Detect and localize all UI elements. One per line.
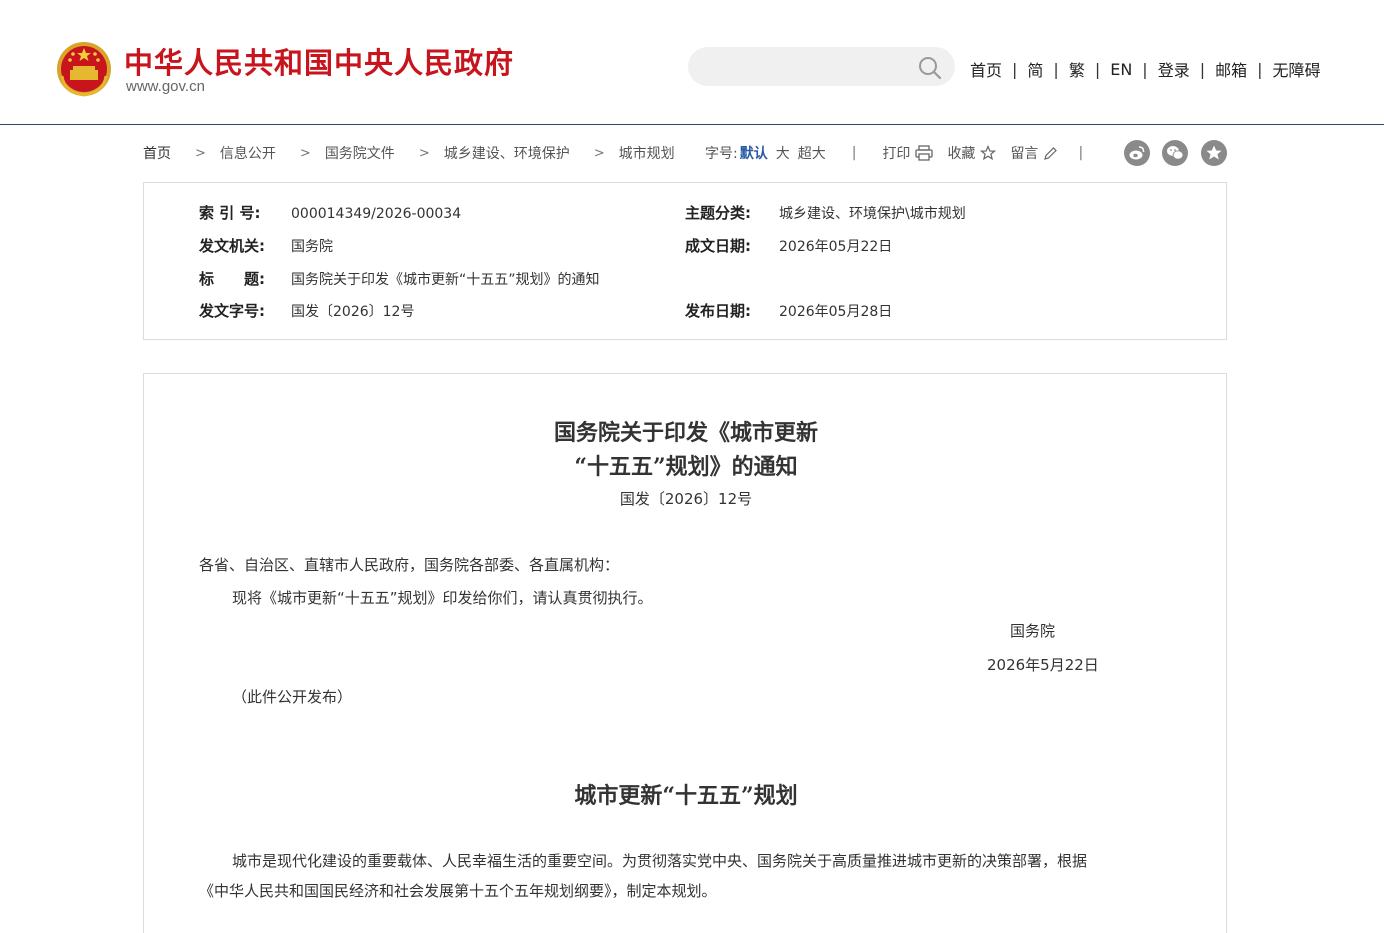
info-index-row: 索 引 号: 000014349/2026-00034 xyxy=(199,202,461,223)
search-box xyxy=(688,47,955,86)
info-published-label: 发布日期: xyxy=(685,302,751,320)
breadcrumb-state-council-docs[interactable]: 国务院文件 xyxy=(325,143,395,163)
info-topic-label: 主题分类: xyxy=(685,204,751,222)
header-divider xyxy=(0,124,1384,125)
search-icon[interactable] xyxy=(918,56,942,80)
comment-label: 留言 xyxy=(1010,146,1039,162)
weibo-icon xyxy=(1129,146,1145,160)
info-title-label: 标 题: xyxy=(199,270,265,288)
nav-separator: | xyxy=(1257,59,1263,79)
article-body-text: 现将《城市更新“十五五”规划》印发给你们，请认真贯彻执行。 xyxy=(232,589,653,607)
nav-login[interactable]: 登录 xyxy=(1158,57,1190,81)
breadcrumb-info-disclosure[interactable]: 信息公开 xyxy=(220,143,276,163)
site-title[interactable]: 中华人民共和国中央人民政府 xyxy=(124,40,514,82)
star-outline-icon xyxy=(980,145,997,161)
article-body: 国务院关于印发《城市更新 “十五五”规划》的通知 国发〔2026〕12号 各省、… xyxy=(143,373,1227,933)
printer-icon xyxy=(915,145,934,161)
font-size-large[interactable]: 大 xyxy=(776,143,790,163)
article-tools: 字号: 默认 大 超大 | 打印 收藏 留言 | xyxy=(705,143,1109,163)
print-button[interactable]: 打印 xyxy=(882,143,934,163)
breadcrumb-home[interactable]: 首页 xyxy=(143,143,171,163)
chevron-right-icon: > xyxy=(195,145,206,161)
top-nav: 首页 | 简 | 繁 | EN | 登录 | 邮箱 | 无障碍 xyxy=(970,57,1321,81)
weibo-share-button[interactable] xyxy=(1124,140,1150,166)
font-size-default[interactable]: 默认 xyxy=(740,143,768,163)
pencil-icon xyxy=(1044,146,1058,160)
info-topic-value: 城乡建设、环境保护\城市规划 xyxy=(779,206,966,222)
wechat-icon xyxy=(1167,146,1184,160)
nav-separator: | xyxy=(1199,59,1206,79)
info-title-value: 国务院关于印发《城市更新“十五五”规划》的通知 xyxy=(291,272,600,288)
article-publication-note: （此件公开发布） xyxy=(232,688,353,706)
info-published-value: 2026年05月28日 xyxy=(779,304,893,320)
nav-english[interactable]: EN xyxy=(1110,60,1132,79)
site-header: 中华人民共和国中央人民政府 www.gov.cn 首页 | 简 | 繁 | EN… xyxy=(0,0,1384,124)
print-label: 打印 xyxy=(882,146,911,162)
nav-accessibility[interactable]: 无障碍 xyxy=(1273,57,1321,81)
article-title-line-1: 国务院关于印发《城市更新 xyxy=(553,420,818,446)
info-topic-row: 主题分类: 城乡建设、环境保护\城市规划 xyxy=(685,202,966,223)
nav-separator: | xyxy=(1142,59,1148,79)
nav-home[interactable]: 首页 xyxy=(970,57,1002,81)
info-index-label: 索 引 号: xyxy=(199,204,261,222)
plan-intro-line-2: 《中华人民共和国国民经济和社会发展第十五个五年规划纲要》，制定本规划。 xyxy=(199,882,717,900)
font-size-xlarge[interactable]: 超大 xyxy=(798,143,826,163)
info-published-row: 发布日期: 2026年05月28日 xyxy=(685,300,892,321)
national-emblem-icon[interactable] xyxy=(56,40,112,98)
nav-mailbox[interactable]: 邮箱 xyxy=(1215,57,1247,81)
favorite-button[interactable]: 收藏 xyxy=(947,143,997,163)
font-size-label: 字号: xyxy=(705,146,738,162)
chevron-right-icon: > xyxy=(299,145,311,161)
favorites-share-button[interactable] xyxy=(1201,140,1227,166)
tools-separator: | xyxy=(851,145,857,161)
breadcrumb: 首页 > 信息公开 > 国务院文件 > 城乡建设、环境保护 > 城市规划 xyxy=(143,143,675,163)
article-signature: 国务院 xyxy=(1010,622,1056,640)
plan-title: 城市更新“十五五”规划 xyxy=(574,783,798,809)
info-written-row: 成文日期: 2026年05月22日 xyxy=(685,235,892,256)
info-issuer-value: 国务院 xyxy=(291,239,333,255)
info-docno-label: 发文字号: xyxy=(199,302,265,320)
breadcrumb-urban-planning[interactable]: 城市规划 xyxy=(619,143,675,163)
wechat-share-button[interactable] xyxy=(1162,140,1188,166)
favorite-label: 收藏 xyxy=(947,146,976,162)
nav-simplified[interactable]: 简 xyxy=(1027,57,1043,81)
info-index-value: 000014349/2026-00034 xyxy=(291,206,462,222)
article-addressee: 各省、自治区、直辖市人民政府，国务院各部委、各直属机构： xyxy=(199,556,620,574)
nav-separator: | xyxy=(1053,59,1059,79)
info-issuer-label: 发文机关: xyxy=(199,237,265,255)
article-document-number: 国发〔2026〕12号 xyxy=(619,490,753,508)
info-issuer-row: 发文机关: 国务院 xyxy=(199,235,333,256)
plan-intro-line-1: 城市是现代化建设的重要载体、人民幸福生活的重要空间。为贯彻落实党中央、国务院关于… xyxy=(232,852,1088,870)
star-icon xyxy=(1206,145,1222,160)
info-docno-value: 国发〔2026〕12号 xyxy=(291,304,415,320)
info-title-row: 标 题: 国务院关于印发《城市更新“十五五”规划》的通知 xyxy=(199,268,600,289)
nav-traditional[interactable]: 繁 xyxy=(1069,57,1085,81)
document-info-panel: 索 引 号: 000014349/2026-00034 主题分类: 城乡建设、环… xyxy=(143,182,1227,340)
breadcrumb-urban-construction[interactable]: 城乡建设、环境保护 xyxy=(444,143,570,163)
nav-separator: | xyxy=(1094,59,1101,79)
comment-button[interactable]: 留言 xyxy=(1010,143,1058,163)
info-docno-row: 发文字号: 国发〔2026〕12号 xyxy=(199,300,414,321)
site-url[interactable]: www.gov.cn xyxy=(126,78,205,95)
info-written-label: 成文日期: xyxy=(685,237,751,255)
chevron-right-icon: > xyxy=(418,145,430,161)
search-input[interactable] xyxy=(702,53,912,80)
info-written-value: 2026年05月22日 xyxy=(779,239,893,255)
article-date: 2026年5月22日 xyxy=(987,656,1099,674)
chevron-right-icon: > xyxy=(593,145,605,161)
article-title-line-2: “十五五”规划》的通知 xyxy=(574,454,798,480)
nav-separator: | xyxy=(1012,59,1018,79)
article-title: 国务院关于印发《城市更新 “十五五”规划》的通知 xyxy=(144,416,1228,484)
tools-separator: | xyxy=(1078,145,1084,161)
